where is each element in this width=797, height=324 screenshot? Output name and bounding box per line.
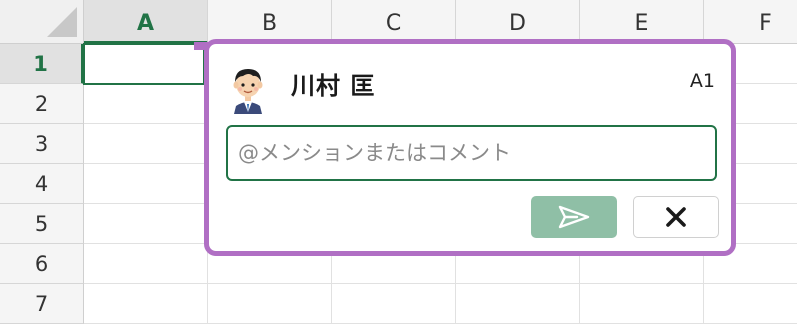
comment-input[interactable] [226, 125, 717, 181]
user-avatar-icon [233, 69, 263, 114]
select-all-corner[interactable] [0, 0, 84, 44]
comment-popup: 川村 匡 A1 [204, 39, 736, 256]
close-icon [666, 207, 686, 227]
comment-author-name: 川村 匡 [291, 72, 376, 100]
row-header-4[interactable]: 4 [0, 164, 84, 204]
cell-a6[interactable] [84, 244, 208, 284]
cancel-button[interactable] [633, 196, 719, 238]
cell-a3[interactable] [84, 124, 208, 164]
column-header-b[interactable]: B [208, 0, 332, 44]
column-header-e[interactable]: E [580, 0, 704, 44]
row-header-2[interactable]: 2 [0, 84, 84, 124]
active-cell-a1[interactable] [83, 43, 205, 85]
column-header-a[interactable]: A [84, 0, 208, 44]
column-header-d[interactable]: D [456, 0, 580, 44]
row-header-6[interactable]: 6 [0, 244, 84, 284]
cell-f7[interactable] [704, 284, 797, 324]
cell-reference: A1 [689, 70, 715, 92]
cell-a7[interactable] [84, 284, 208, 324]
cell-d7[interactable] [456, 284, 580, 324]
cell-c7[interactable] [332, 284, 456, 324]
row-header-7[interactable]: 7 [0, 284, 84, 324]
column-header-c[interactable]: C [332, 0, 456, 44]
select-all-triangle-icon [47, 7, 77, 37]
cell-b7[interactable] [208, 284, 332, 324]
cell-a2[interactable] [84, 84, 208, 124]
send-button[interactable] [531, 196, 617, 238]
cell-a4[interactable] [84, 164, 208, 204]
row-header-1[interactable]: 1 [0, 44, 84, 84]
row-header-5[interactable]: 5 [0, 204, 84, 244]
cell-e7[interactable] [580, 284, 704, 324]
row-header-3[interactable]: 3 [0, 124, 84, 164]
send-icon [558, 205, 590, 229]
cell-a5[interactable] [84, 204, 208, 244]
column-header-f[interactable]: F [704, 0, 797, 44]
